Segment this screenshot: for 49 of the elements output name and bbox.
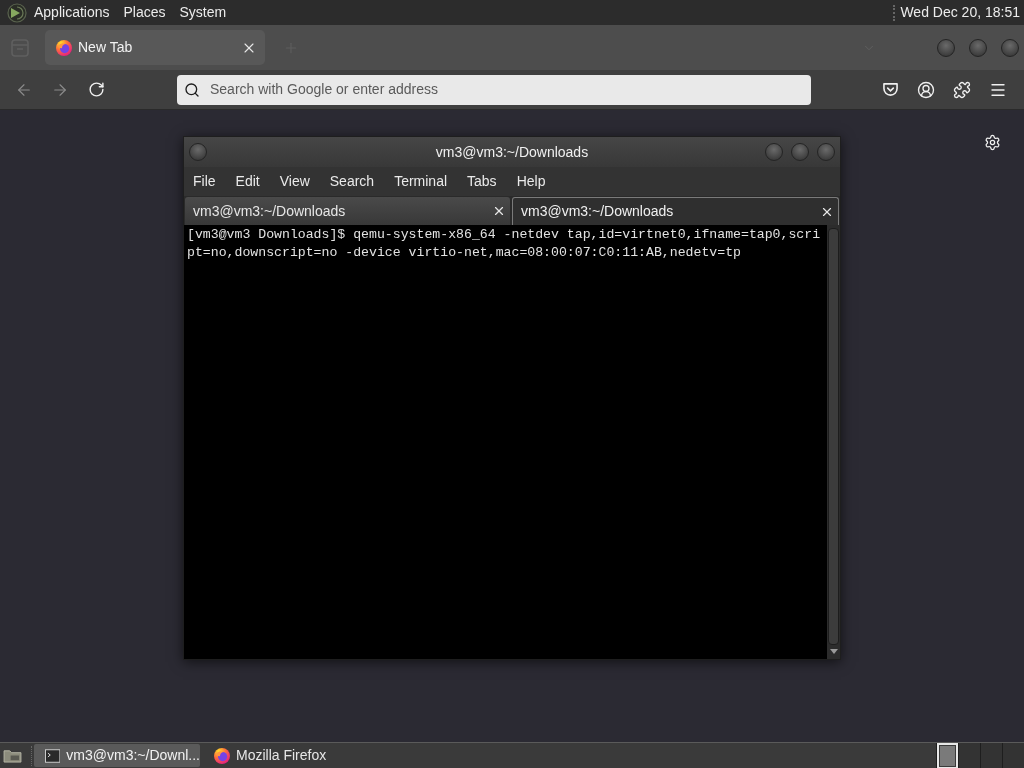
tab-title: vm3@vm3:~/Downloads <box>521 202 674 221</box>
taskbar-button[interactable]: Mozilla Firefox <box>203 744 369 767</box>
browser-logo-icon <box>56 39 72 56</box>
browser-tab[interactable]: New Tab <box>45 30 265 65</box>
scrollbar-track[interactable] <box>827 225 840 659</box>
window-menu-button[interactable] <box>189 143 207 161</box>
address-bar[interactable]: Search with Google or enter address <box>177 74 811 105</box>
browser-logo-icon <box>214 747 230 764</box>
window-title: vm3@vm3:~/Downloads <box>435 142 589 162</box>
reload-button[interactable] <box>86 79 106 100</box>
maximize-button[interactable] <box>969 38 987 57</box>
panel-menu[interactable]: System <box>179 2 227 23</box>
menu-item[interactable]: Edit <box>235 171 260 192</box>
extensions-button[interactable] <box>952 79 972 100</box>
panel-menu[interactable]: Applications <box>34 2 110 23</box>
desktop-logo-icon[interactable] <box>7 2 27 23</box>
minimize-button[interactable] <box>765 143 783 161</box>
close-tab-icon[interactable] <box>492 204 506 218</box>
search-icon <box>184 81 200 98</box>
account-button[interactable] <box>916 79 936 100</box>
terminal-tab[interactable]: vm3@vm3:~/Downloads <box>185 197 510 225</box>
address-input[interactable]: Search with Google or enter address <box>210 79 811 100</box>
terminal-tab[interactable]: vm3@vm3:~/Downloads <box>512 197 839 225</box>
reload-icon <box>87 81 105 98</box>
close-button[interactable] <box>817 143 835 161</box>
taskbar-button[interactable]: vm3@vm3:~/Downl... <box>34 744 200 767</box>
panel-clock[interactable]: Wed Dec 20, 18:51 <box>900 2 1020 23</box>
terminal-icon <box>45 747 61 764</box>
tab-title: New Tab <box>78 38 133 57</box>
scroll-down-arrow-icon[interactable] <box>829 649 838 654</box>
maximize-button[interactable] <box>791 143 809 161</box>
account-icon <box>917 80 935 99</box>
terminal-line: [vm3@vm3 Downloads]$ qemu-system-x86_64 -netdev tap,id=virtnet0,ifname=tap0,scri <box>187 226 821 244</box>
scrollbar-thumb[interactable] <box>828 228 839 645</box>
settings-icon <box>983 133 1001 151</box>
minimize-button[interactable] <box>937 38 955 57</box>
menu-item[interactable]: Search <box>329 171 375 192</box>
shield-chevron-icon <box>881 82 899 97</box>
menu-item[interactable]: Help <box>516 171 546 192</box>
workspace-button[interactable] <box>936 742 958 768</box>
puzzle-icon <box>953 80 971 99</box>
menu-item[interactable]: File <box>193 171 216 192</box>
menu-item[interactable]: Tabs <box>467 171 497 192</box>
terminal-line: pt=no,downscript=no -device virtio-net,mac=08:00:07:C0:11:AB,nedetv=tp <box>187 244 741 262</box>
tab-title: vm3@vm3:~/Downloads <box>193 201 346 221</box>
panel-menu[interactable]: Places <box>123 2 166 23</box>
menu-item[interactable]: Terminal <box>394 171 448 192</box>
menu-item[interactable]: View <box>279 171 310 192</box>
close-button[interactable] <box>1001 38 1019 57</box>
